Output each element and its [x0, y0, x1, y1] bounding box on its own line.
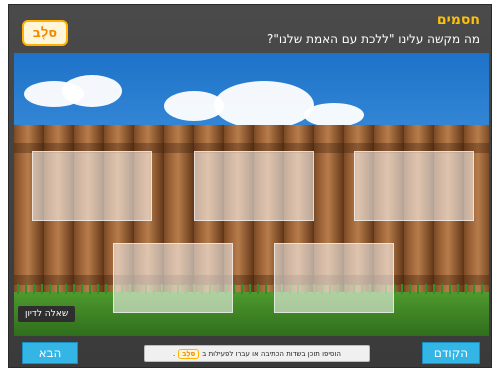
mini-logo: סל֤ב [178, 348, 200, 359]
status-text: הוסיפו תוכן בשדות הכתיבה או עברו לפעילות… [202, 349, 341, 358]
writing-field-5[interactable] [274, 243, 394, 313]
page-title: חסמים [436, 12, 480, 28]
status-bar: הוסיפו תוכן בשדות הכתיבה או עברו לפעילות… [144, 345, 370, 362]
previous-button[interactable]: הקודם [422, 342, 480, 364]
writing-field-2[interactable] [194, 151, 314, 221]
grass-graphic [14, 284, 489, 336]
discussion-question-button[interactable]: שאלה לדיון [18, 306, 76, 322]
writing-field-3[interactable] [354, 151, 474, 221]
question-text: מה מקשה עלינו "ללכת עם האמת שלנו"? [266, 32, 480, 46]
cloud-graphic [62, 75, 122, 107]
writing-field-4[interactable] [113, 243, 233, 313]
fence-stage: שאלה לדיון [14, 53, 489, 336]
next-button[interactable]: הבא [22, 342, 78, 364]
writing-field-1[interactable] [32, 151, 152, 221]
status-end: . [173, 349, 176, 358]
cloud-graphic [214, 81, 314, 129]
app-logo: סל֤ב [22, 20, 68, 46]
cloud-graphic [304, 103, 364, 127]
